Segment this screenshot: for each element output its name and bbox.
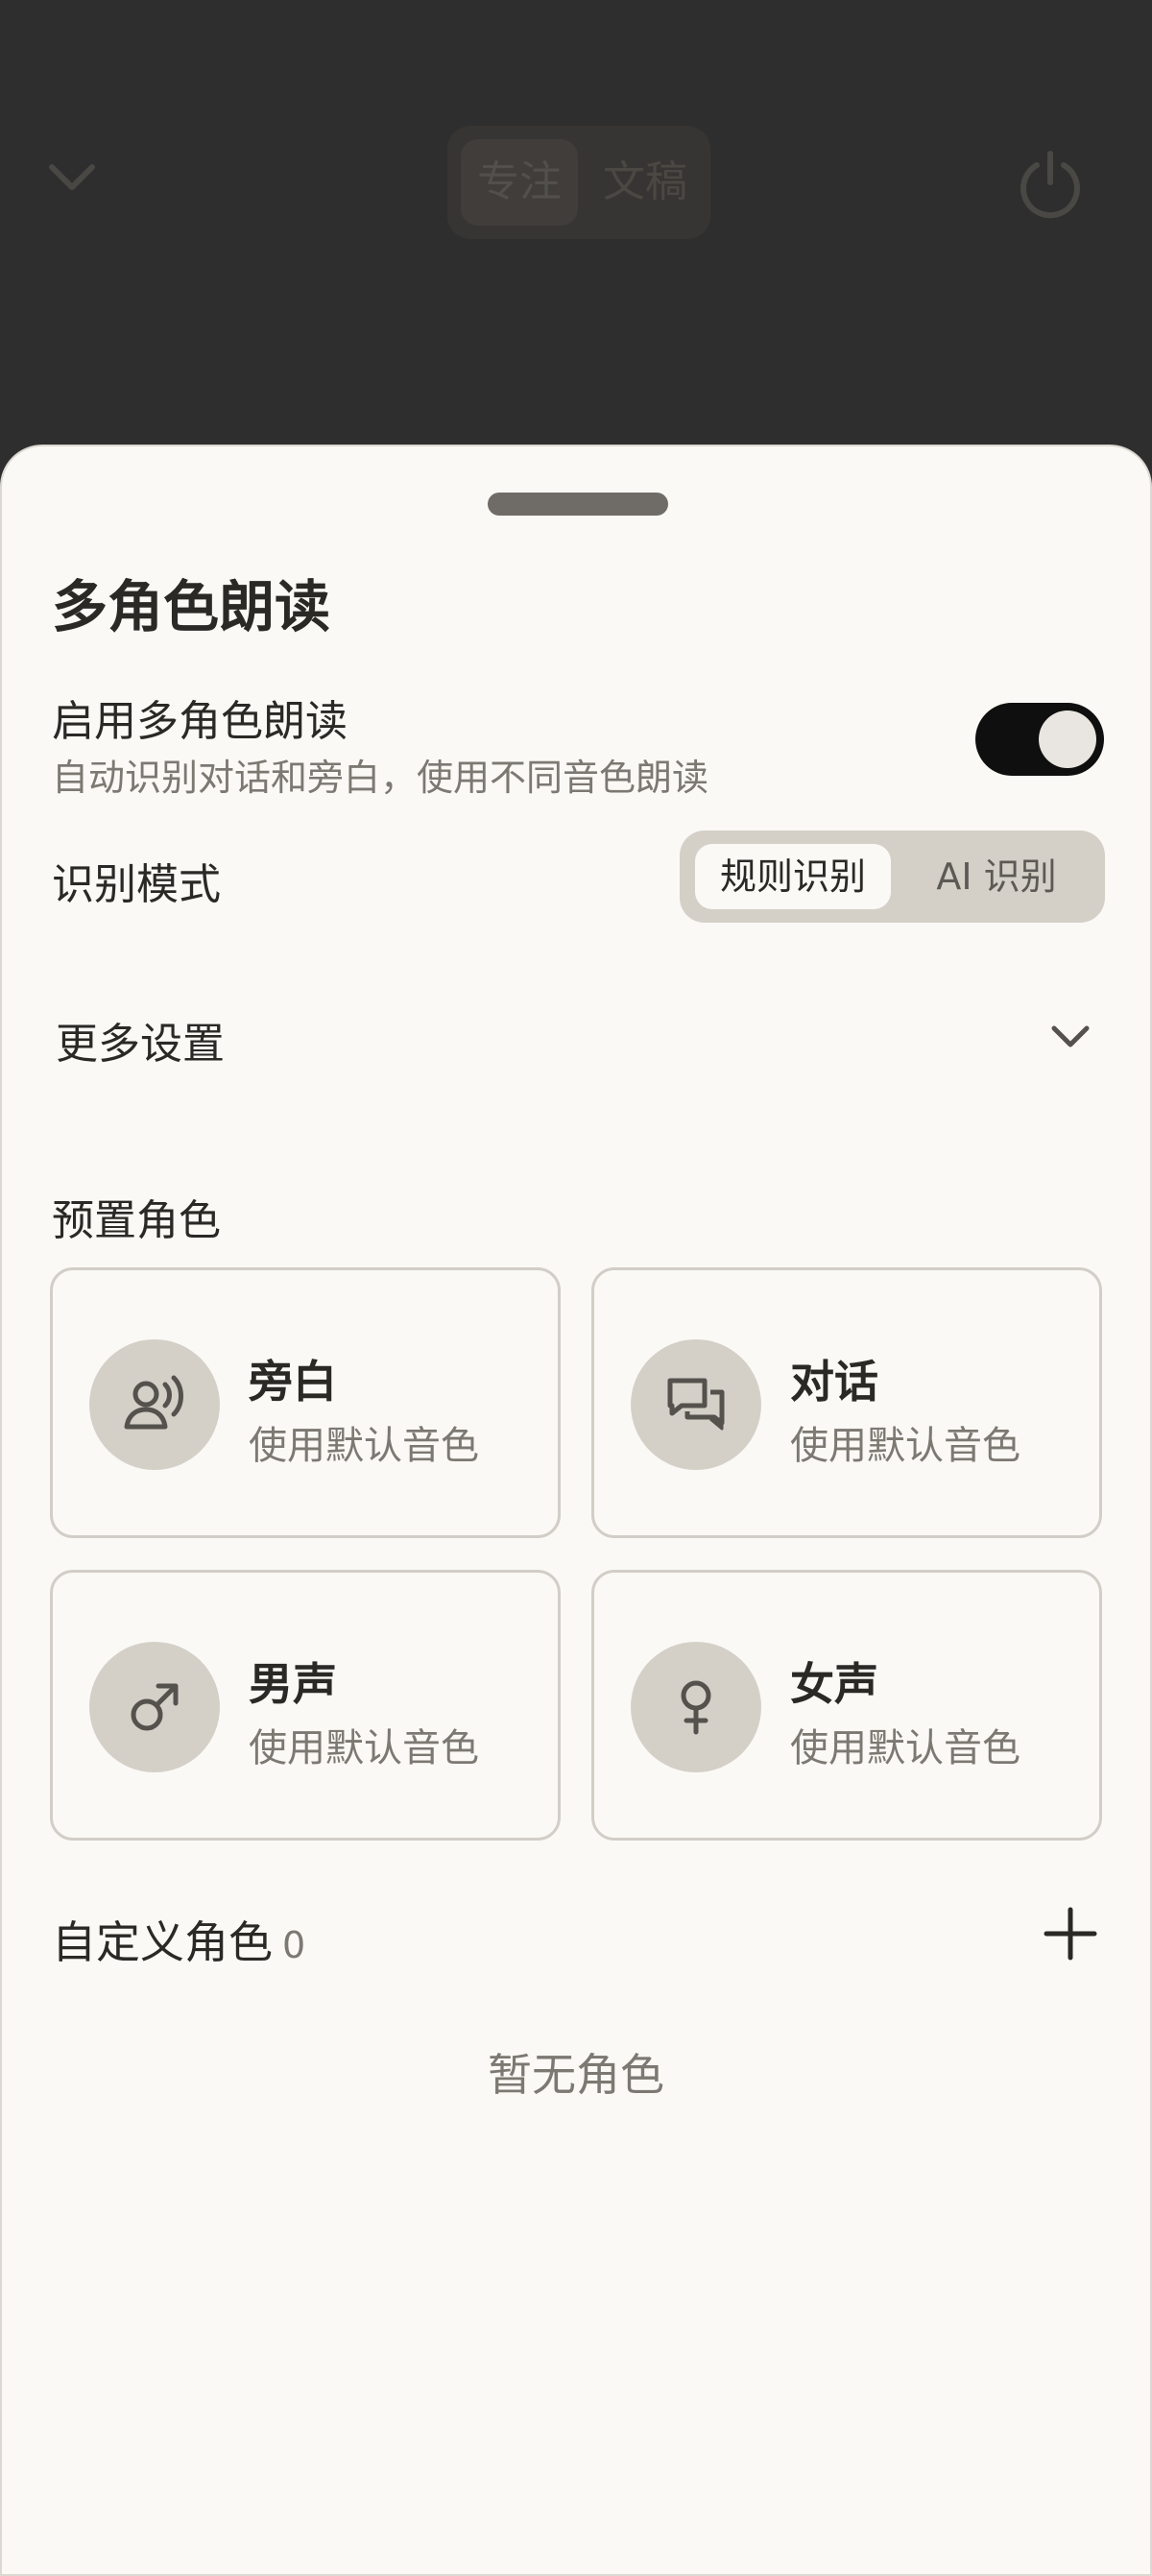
role-card-dialogue[interactable]: 对话 使用默认音色	[591, 1267, 1102, 1538]
empty-roles-text: 暂无角色	[488, 2049, 664, 2101]
enable-toggle[interactable]	[975, 703, 1104, 776]
role-name: 女声	[790, 1658, 878, 1710]
custom-roles-count: 0	[282, 1924, 306, 1966]
more-settings-row[interactable]: 更多设置	[52, 994, 1104, 1080]
chat-bubbles-icon	[667, 1378, 725, 1431]
top-bar: 专注 文稿	[0, 0, 1152, 451]
recognition-mode-label: 识别模式	[52, 860, 221, 909]
tab-manuscript[interactable]: 文稿	[595, 139, 695, 226]
role-icon-circle	[631, 1339, 761, 1470]
drag-handle[interactable]	[488, 493, 668, 516]
recognition-mode-segmented: 规则识别 AI 识别	[680, 831, 1105, 923]
mode-tabs: 专注 文稿	[447, 126, 710, 239]
role-voice: 使用默认音色	[790, 1726, 1020, 1770]
enable-subtitle: 自动识别对话和旁白，使用不同音色朗读	[52, 757, 709, 799]
custom-roles-label: 自定义角色 0	[52, 1908, 305, 1971]
role-name: 男声	[249, 1658, 337, 1710]
role-voice: 使用默认音色	[790, 1424, 1020, 1468]
add-role-button[interactable]	[1041, 1904, 1100, 1963]
more-settings-label: 更多设置	[56, 1020, 225, 1069]
role-card-female[interactable]: 女声 使用默认音色	[591, 1570, 1102, 1841]
chevron-down-icon	[1051, 1025, 1090, 1047]
preset-roles-label: 预置角色	[52, 1196, 221, 1245]
multi-role-reading-sheet: 多角色朗读 启用多角色朗读 自动识别对话和旁白，使用不同音色朗读 识别模式 规则…	[0, 445, 1152, 2576]
enable-title: 启用多角色朗读	[52, 697, 348, 746]
role-icon-circle	[89, 1642, 220, 1772]
role-voice: 使用默认音色	[249, 1726, 479, 1770]
role-name: 旁白	[249, 1356, 337, 1408]
role-voice: 使用默认音色	[249, 1424, 479, 1468]
role-name: 对话	[790, 1356, 878, 1408]
role-icon-circle	[89, 1339, 220, 1470]
power-icon[interactable]	[1016, 150, 1085, 219]
option-ai-recognition[interactable]: AI 识别	[900, 844, 1092, 909]
tab-focus[interactable]: 专注	[461, 139, 578, 226]
custom-roles-title: 自定义角色	[52, 1916, 273, 1968]
role-card-male[interactable]: 男声 使用默认音色	[50, 1570, 561, 1841]
chevron-down-icon	[49, 164, 95, 190]
option-rule-recognition[interactable]: 规则识别	[695, 844, 891, 909]
role-icon-circle	[631, 1642, 761, 1772]
female-symbol-icon	[681, 1680, 711, 1735]
male-symbol-icon	[131, 1683, 179, 1731]
narrator-speaking-icon	[124, 1375, 183, 1430]
collapse-button[interactable]	[38, 144, 106, 211]
sheet-title: 多角色朗读	[52, 574, 331, 639]
role-card-narrator[interactable]: 旁白 使用默认音色	[50, 1267, 561, 1538]
toggle-knob	[1039, 710, 1096, 768]
